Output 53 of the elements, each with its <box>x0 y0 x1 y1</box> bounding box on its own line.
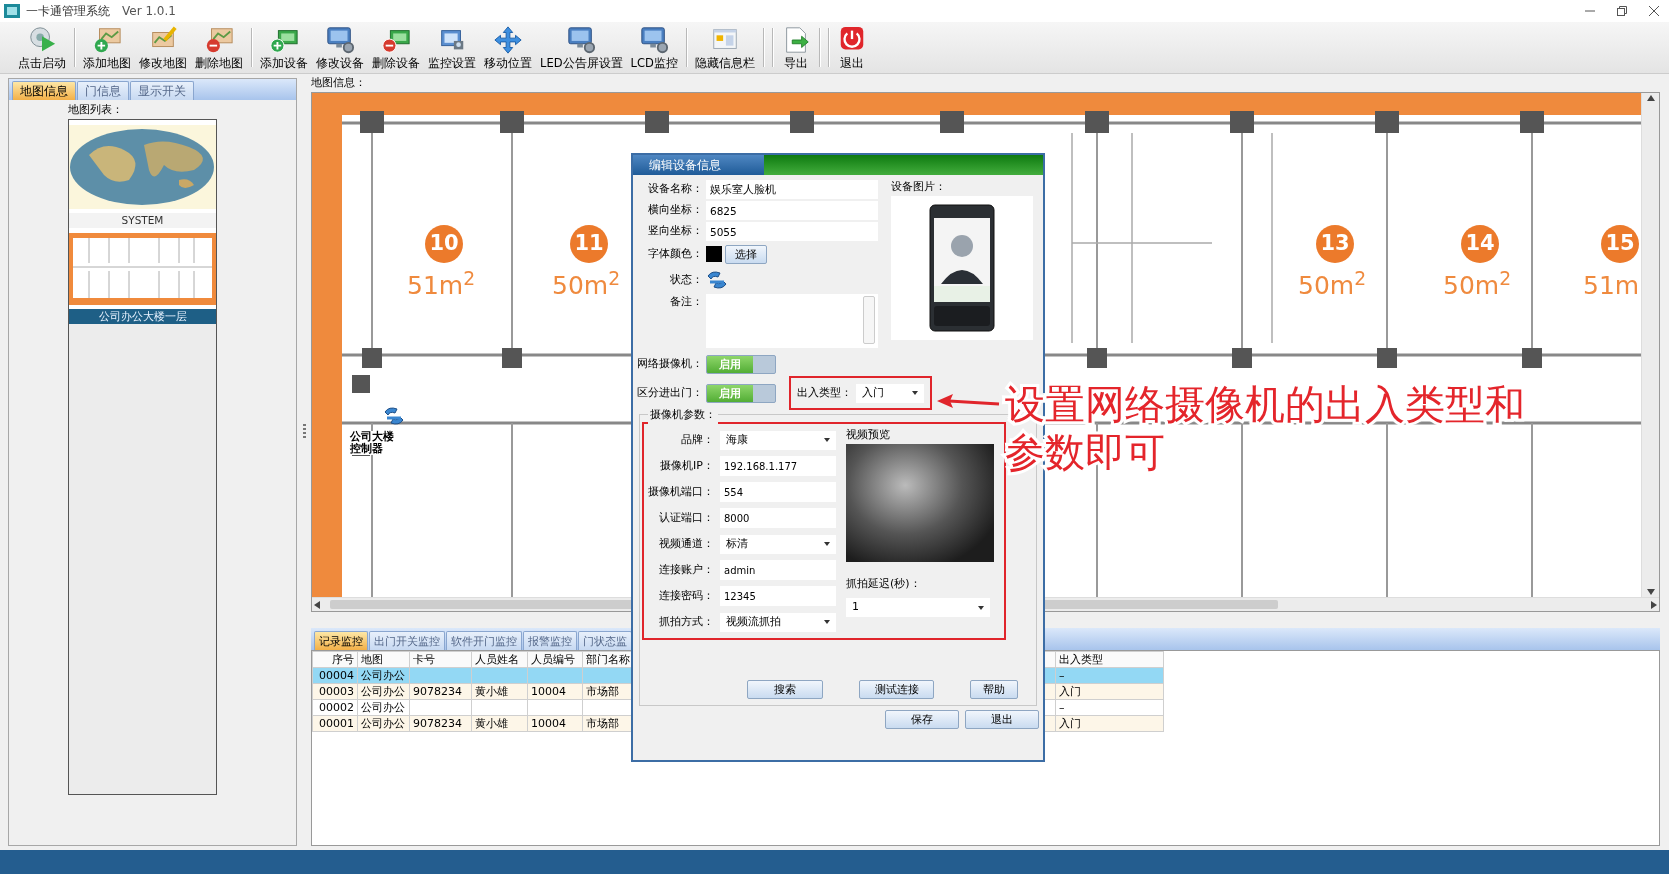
field-label: 状态： <box>669 271 703 288</box>
table-cell: 9078234 <box>413 685 462 698</box>
window-title: 一卡通管理系统 <box>26 3 110 20</box>
field-label: 连接密码： <box>658 587 714 604</box>
version-text: Ver 1.0.1 <box>122 3 176 20</box>
table-cell: 00001 <box>319 717 354 730</box>
map-name: 公司办公大楼一层 <box>69 308 216 324</box>
table-cell: – <box>1059 669 1065 682</box>
table-cell: 公司办公 <box>361 701 405 714</box>
table-cell: 黄小雄 <box>475 717 508 730</box>
table-cell: 9078234 <box>413 717 462 730</box>
table-cell: 公司办公 <box>361 669 405 682</box>
table-cell: 00002 <box>319 701 354 714</box>
field-label: 备注： <box>669 294 703 310</box>
preview-label: 视频预览 <box>846 427 891 443</box>
table-cell: 市场部 <box>586 717 619 730</box>
room-area: 50m$^{2}$ <box>1298 267 1367 305</box>
room-area: 51m <box>1583 267 1640 305</box>
table-cell: 00003 <box>319 685 354 698</box>
field-label: 认证端口： <box>658 509 714 526</box>
room-area: 50m$^{2}$ <box>1443 267 1512 305</box>
table-cell: – <box>1059 701 1065 714</box>
field-label: 横向坐标： <box>647 202 703 219</box>
table-cell: 市场部 <box>586 685 619 698</box>
table-cell: 10004 <box>531 685 566 698</box>
table-cell: 入门 <box>1059 717 1081 730</box>
dialog-title: 编辑设备信息 <box>633 155 764 175</box>
map-name: SYSTEM <box>69 212 216 228</box>
field-label: 设备名称： <box>647 181 703 198</box>
table-cell: 入门 <box>1059 685 1081 698</box>
map-label: 地图信息： <box>311 75 367 91</box>
field-label: 字体颜色： <box>647 245 703 262</box>
group-label: 摄像机参数： <box>648 407 718 424</box>
room-area: 50m$^{2}$ <box>552 267 621 305</box>
field-label: 竖向坐标： <box>647 223 703 240</box>
room-area: 51m$^{2}$ <box>407 267 476 305</box>
table-cell: 公司办公 <box>361 685 405 698</box>
field-label: 连接账户： <box>658 561 714 578</box>
table-cell: 黄小雄 <box>475 685 508 698</box>
field-label: 摄像机端口： <box>648 483 714 500</box>
table-cell: 00004 <box>319 669 354 682</box>
field-label: 出入类型： <box>797 384 852 401</box>
field-label: 摄像机IP： <box>659 457 714 474</box>
picture-label: 设备图片： <box>891 179 947 195</box>
field-label: 视频通道： <box>658 535 714 552</box>
list-label: 地图列表： <box>68 102 124 118</box>
field-label: 网络摄像机： <box>637 355 703 372</box>
field-label: 品牌： <box>680 431 714 448</box>
delay-label: 抓拍延迟(秒)： <box>846 575 922 592</box>
field-label: 区分进出门： <box>637 384 703 401</box>
table-cell: 10004 <box>531 717 566 730</box>
table-cell: 公司办公 <box>361 717 405 730</box>
field-label: 抓拍方式： <box>658 613 714 630</box>
